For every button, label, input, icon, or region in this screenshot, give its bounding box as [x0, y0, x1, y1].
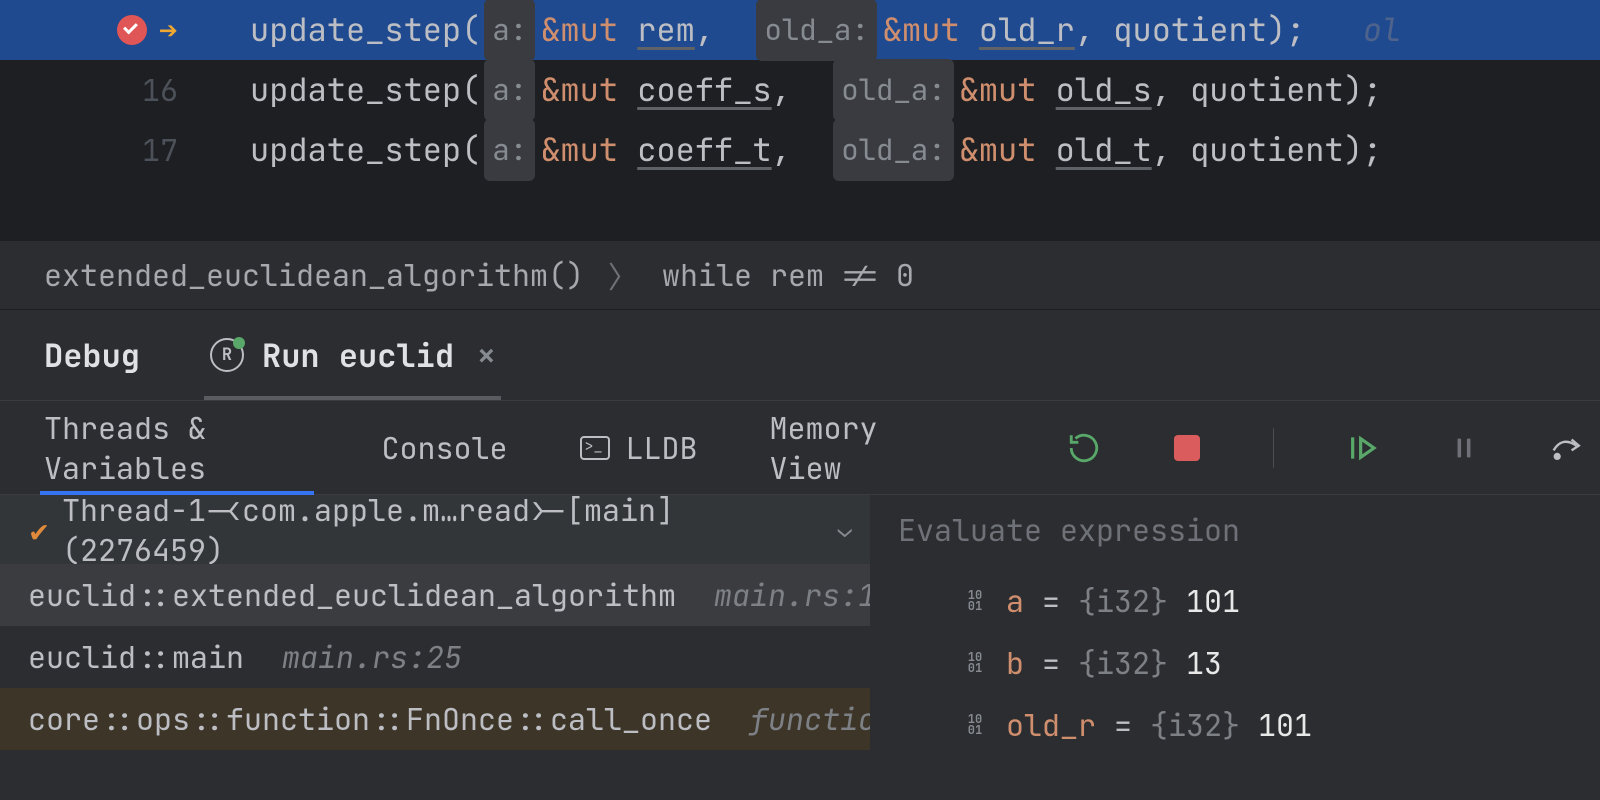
frames-and-variables: euclid::extended_euclidean_algorithm mai… [0, 564, 1600, 800]
mut-keyword: &mut [883, 0, 960, 60]
frame-symbol: euclid::extended_euclidean_algorithm [28, 575, 676, 615]
inlay-hint: old_a: [756, 0, 876, 61]
variables-list[interactable]: 1001 a = {i32} 101 1001 b = {i32} 13 100… [870, 564, 1600, 800]
mut-keyword: &mut [960, 120, 1037, 180]
check-icon: ✔ [30, 510, 48, 550]
chevron-down-icon: ⌄ [838, 514, 852, 545]
chevron-right-icon: 〉 [608, 253, 638, 297]
frame-symbol: core::ops::function::FnOnce::call_once [28, 699, 712, 739]
gutter[interactable]: ➔ [0, 0, 190, 60]
variable-row[interactable]: 1001 b = {i32} 13 [870, 632, 1600, 694]
resume-button[interactable] [1346, 430, 1378, 466]
inlay-hint: a: [484, 0, 535, 61]
stack-frame[interactable]: euclid::extended_euclidean_algorithm mai… [0, 564, 870, 626]
variable-value: old_r = {i32} 101 [1006, 705, 1312, 745]
rust-icon: R [210, 338, 244, 372]
stack-frame[interactable]: euclid::main main.rs:25 [0, 626, 870, 688]
variable-row[interactable]: 1001 a = {i32} 101 [870, 570, 1600, 632]
subtab-threads-vars[interactable]: Threads & Variables [44, 401, 310, 495]
debug-subtabs: Threads & Variables Console LLDB Memory … [0, 400, 1600, 494]
breadcrumb-item[interactable]: while rem != 0 [662, 255, 914, 295]
frames-list[interactable]: euclid::extended_euclidean_algorithm mai… [0, 564, 870, 800]
line-number: 17 [142, 120, 178, 180]
primitive-icon: 1001 [960, 648, 990, 678]
breadcrumb[interactable]: extended_euclidean_algorithm() 〉 while r… [0, 240, 1600, 310]
code-line[interactable] [0, 180, 1600, 240]
code-content: update_step( a: &mut coeff_s, old_a: &mu… [190, 59, 1382, 121]
variable: old_t [1056, 120, 1152, 180]
line-number: 16 [142, 60, 178, 120]
primitive-icon: 1001 [960, 710, 990, 740]
frame-location: main.rs:15 [714, 575, 894, 615]
inlay-hint: a: [484, 119, 535, 181]
thread-label: Thread-1-<com.apple.m…read>-[main] (2276… [62, 490, 824, 570]
code-line[interactable]: 17 update_step( a: &mut coeff_t, old_a: … [0, 120, 1600, 180]
tab-debug[interactable]: Debug [44, 310, 140, 400]
code-line[interactable]: 16 update_step( a: &mut coeff_s, old_a: … [0, 60, 1600, 120]
subtab-label: LLDB [626, 428, 698, 468]
pause-button[interactable] [1450, 430, 1478, 466]
terminal-icon [580, 436, 610, 460]
gutter[interactable]: 17 [0, 120, 190, 180]
stop-button[interactable] [1173, 430, 1201, 466]
execution-pointer-icon: ➔ [159, 0, 178, 60]
thread-selector[interactable]: ✔ Thread-1-<com.apple.m…read>-[main] (22… [0, 495, 870, 564]
frame-location: main.rs:25 [282, 637, 462, 677]
variable-value: a = {i32} 101 [1006, 581, 1240, 621]
variable-value: b = {i32} 13 [1006, 643, 1222, 683]
variable: coeff_t [637, 120, 771, 180]
code-line-current[interactable]: ➔ update_step( a: &mut rem, old_a: &mut … [0, 0, 1600, 60]
tab-label: Run euclid [262, 334, 454, 377]
fn-call: update_step [250, 120, 461, 180]
code-editor[interactable]: ➔ update_step( a: &mut rem, old_a: &mut … [0, 0, 1600, 240]
stop-icon [1174, 435, 1200, 461]
variable: old_s [1056, 60, 1152, 120]
gutter[interactable]: 16 [0, 60, 190, 120]
separator [1273, 428, 1274, 468]
fn-call: update_step [250, 0, 461, 60]
variable: old_r [979, 0, 1075, 60]
breakpoint-icon[interactable] [117, 15, 147, 45]
variable: coeff_s [637, 60, 771, 120]
subtab-label: Console [382, 428, 508, 468]
subtab-lldb[interactable]: LLDB [580, 401, 698, 495]
mut-keyword: &mut [541, 120, 618, 180]
close-icon[interactable]: ✕ [478, 337, 495, 374]
stack-frame-library[interactable]: core::ops::function::FnOnce::call_once f… [0, 688, 870, 750]
tab-run-config[interactable]: R Run euclid ✕ [210, 310, 495, 400]
evaluate-expression-input[interactable]: Evaluate expression [870, 495, 1600, 564]
rerun-button[interactable] [1067, 430, 1101, 466]
mut-keyword: &mut [960, 60, 1037, 120]
variable: rem [637, 0, 695, 60]
subtab-label: Threads & Variables [44, 408, 310, 488]
toolwindow-tab-bar: Debug R Run euclid ✕ [0, 310, 1600, 400]
subtab-label: Memory View [770, 408, 924, 488]
thread-eval-row: ✔ Thread-1-<com.apple.m…read>-[main] (22… [0, 494, 1600, 564]
subtab-memory[interactable]: Memory View [770, 401, 924, 495]
step-over-button[interactable] [1550, 430, 1586, 466]
code-content: update_step( a: &mut coeff_t, old_a: &mu… [190, 119, 1382, 181]
gutter[interactable] [0, 180, 190, 240]
inlay-hint: old_a: [833, 119, 953, 181]
primitive-icon: 1001 [960, 586, 990, 616]
inlay-hint: a: [484, 59, 535, 121]
argument: quotient [1113, 0, 1267, 60]
ghost-text: ol [1363, 0, 1401, 60]
mut-keyword: &mut [541, 60, 618, 120]
argument: quotient [1190, 60, 1344, 120]
variable-row[interactable]: 1001 old_r = {i32} 101 [870, 694, 1600, 756]
placeholder-text: Evaluate expression [898, 510, 1240, 550]
tab-label: Debug [44, 334, 140, 377]
inlay-hint: old_a: [833, 59, 953, 121]
breadcrumb-item[interactable]: extended_euclidean_algorithm() [44, 255, 584, 295]
frame-symbol: euclid::main [28, 637, 244, 677]
argument: quotient [1190, 120, 1344, 180]
fn-call: update_step [250, 60, 461, 120]
code-content: update_step( a: &mut rem, old_a: &mut ol… [190, 0, 1401, 61]
subtab-console[interactable]: Console [382, 401, 508, 495]
mut-keyword: &mut [541, 0, 618, 60]
